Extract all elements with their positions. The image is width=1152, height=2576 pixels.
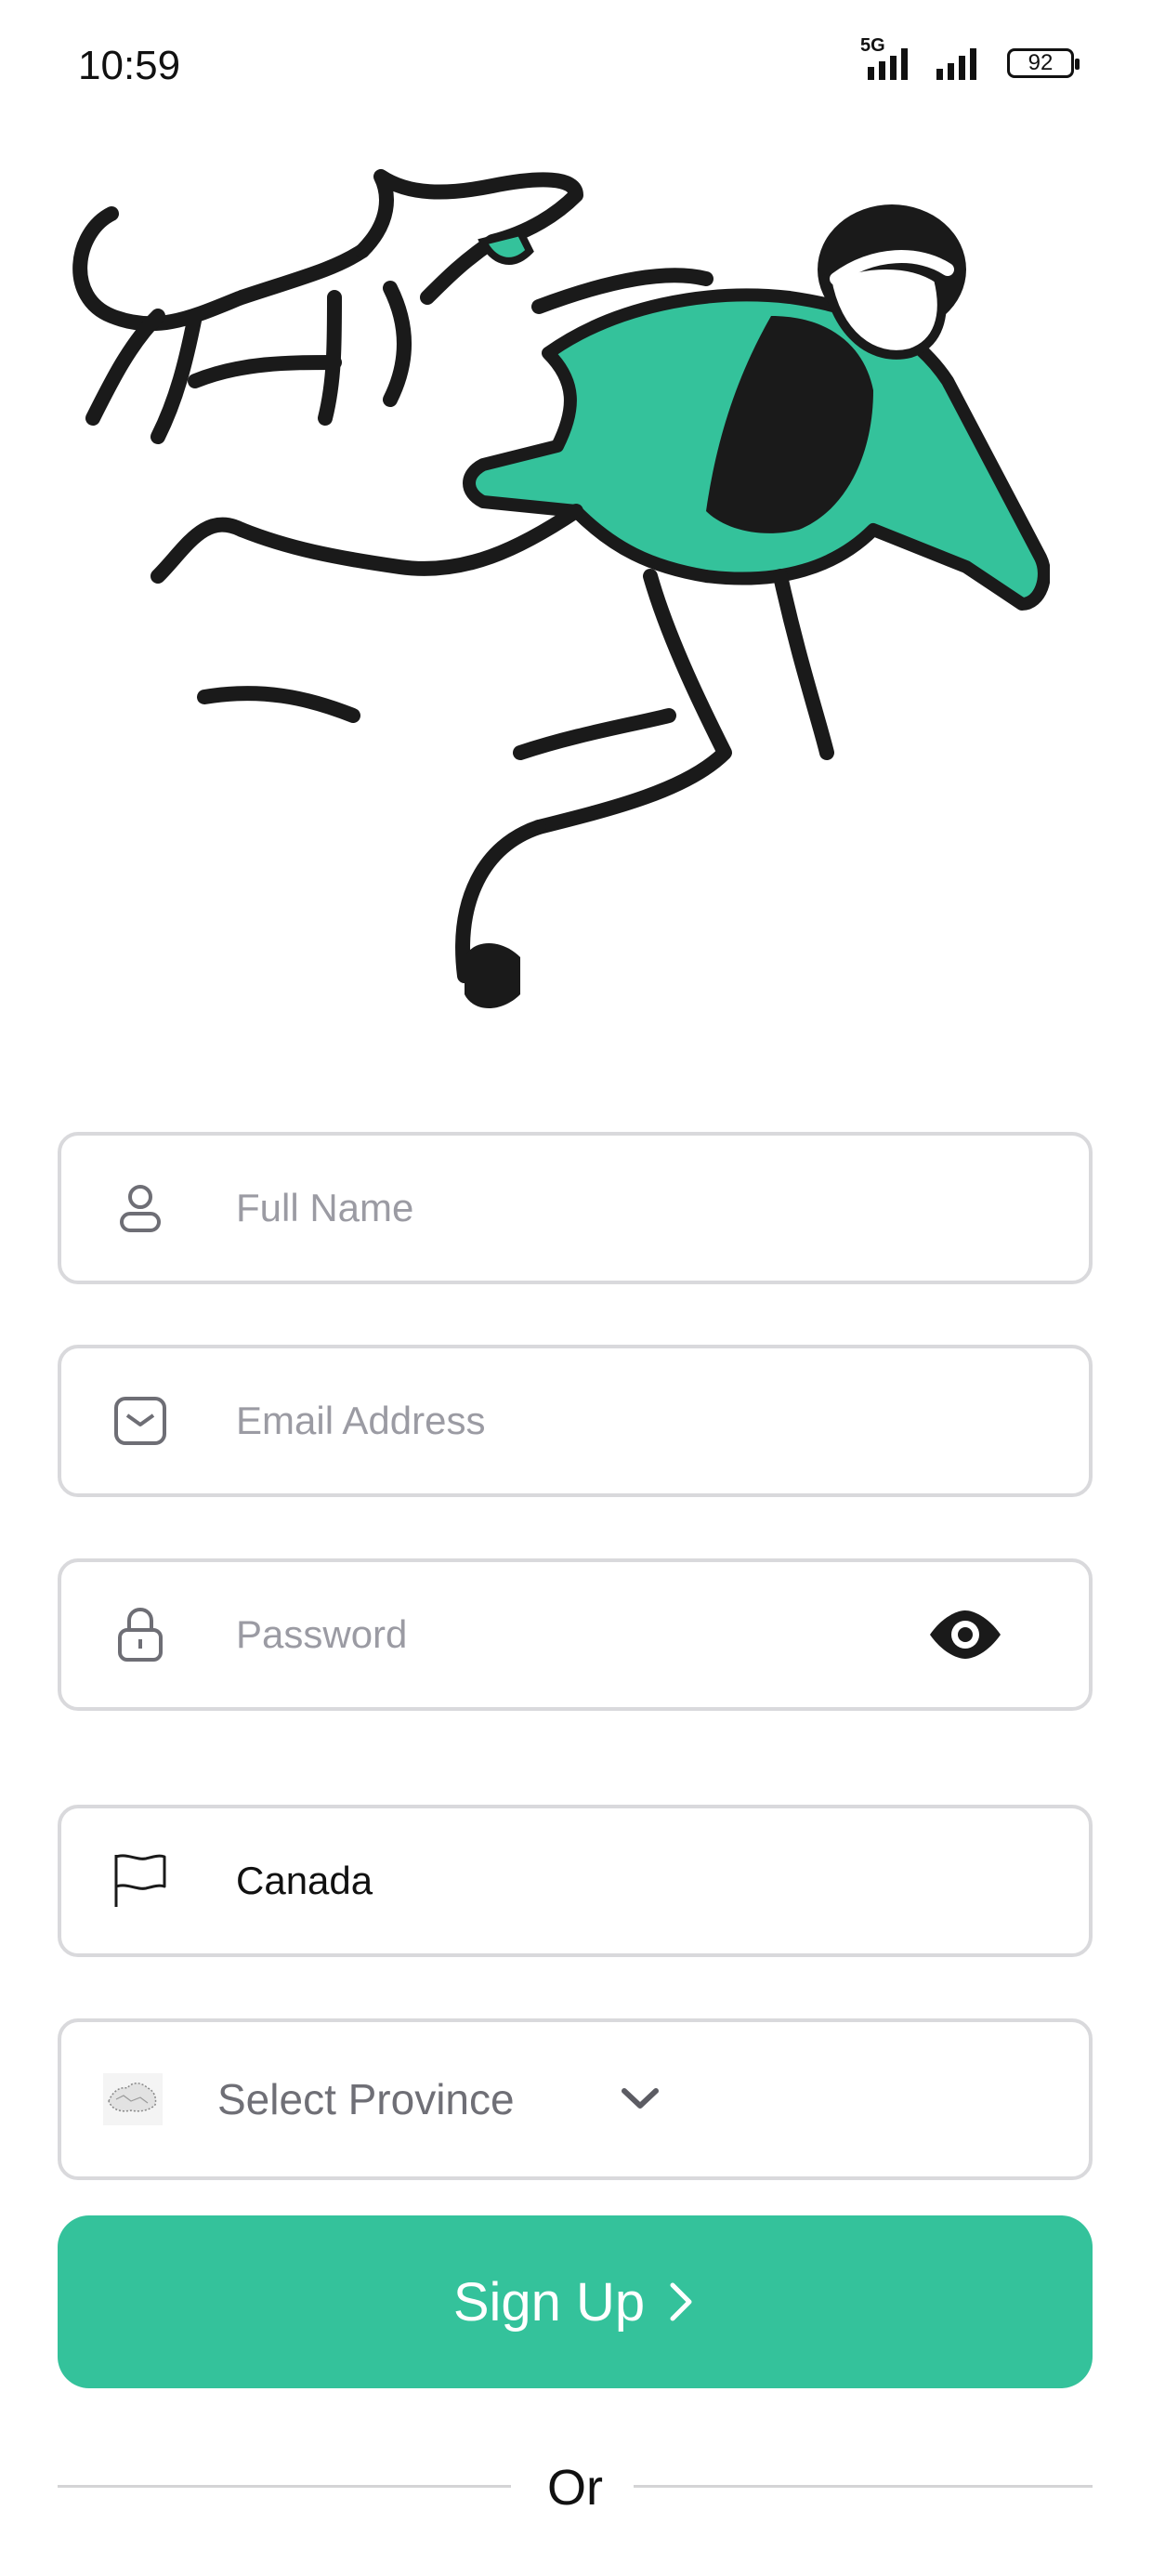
email-field[interactable]: Email Address xyxy=(58,1345,1093,1497)
country-field[interactable]: Canada xyxy=(58,1805,1093,1957)
chevron-right-icon xyxy=(670,2282,692,2321)
signup-button[interactable]: Sign Up xyxy=(58,2215,1093,2388)
user-icon xyxy=(110,1177,171,1239)
province-placeholder: Select Province xyxy=(217,2075,515,2123)
hero-illustration xyxy=(72,169,1050,1008)
country-value[interactable]: Canada xyxy=(236,1859,373,1903)
person-illustration xyxy=(151,204,1050,1008)
signal-5g-icon: 5G xyxy=(857,35,914,82)
dog-illustration xyxy=(72,169,583,444)
battery-icon: 92 xyxy=(1007,48,1080,78)
status-time: 10:59 xyxy=(78,43,181,88)
signal-icon xyxy=(936,48,976,80)
battery-level: 92 xyxy=(1028,50,1054,75)
or-label: Or xyxy=(547,2460,603,2516)
province-select[interactable]: Select Province xyxy=(58,2018,1093,2180)
full-name-field[interactable]: Full Name xyxy=(58,1132,1093,1284)
or-divider: Or xyxy=(58,2444,1093,2528)
eye-icon[interactable] xyxy=(927,1607,1003,1663)
mail-icon xyxy=(110,1390,171,1452)
lock-icon xyxy=(110,1604,171,1665)
status-icons: 5G 92 xyxy=(857,35,1080,82)
chevron-down-icon[interactable] xyxy=(617,2076,663,2123)
email-input[interactable]: Email Address xyxy=(236,1399,485,1443)
canada-map-icon xyxy=(102,2069,164,2130)
status-bar: 10:59 5G 92 xyxy=(0,0,1152,139)
dog-tongue xyxy=(478,228,534,265)
password-input[interactable]: Password xyxy=(236,1612,407,1657)
flag-icon xyxy=(110,1850,171,1912)
divider-line-right xyxy=(634,2485,1093,2488)
signup-label: Sign Up xyxy=(452,2271,646,2333)
password-field[interactable]: Password xyxy=(58,1558,1093,1711)
full-name-input[interactable]: Full Name xyxy=(236,1186,413,1230)
network-type: 5G xyxy=(860,35,885,56)
